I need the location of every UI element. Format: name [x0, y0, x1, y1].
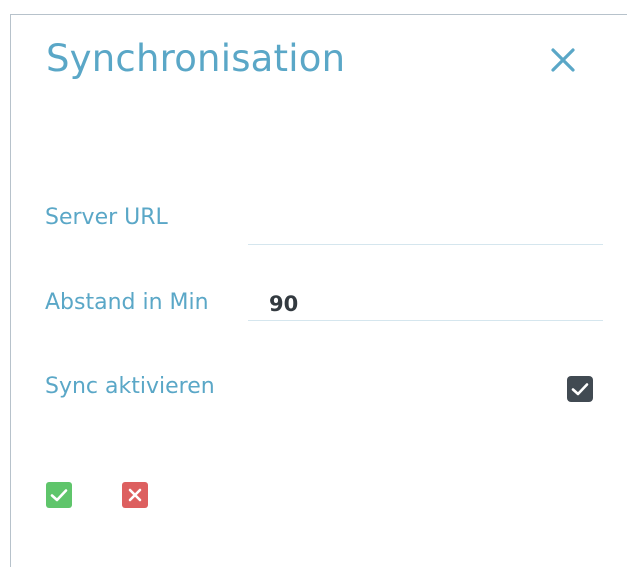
server-url-input[interactable]: [248, 211, 603, 245]
close-button[interactable]: [546, 43, 580, 77]
close-icon: [551, 48, 575, 72]
sync-enabled-label: Sync aktivieren: [45, 374, 215, 399]
sync-dialog: Synchronisation Server URL Abstand in Mi…: [10, 14, 627, 567]
cancel-button[interactable]: [122, 482, 148, 508]
checkmark-icon: [571, 383, 589, 396]
interval-input[interactable]: [248, 287, 603, 321]
close-icon: [128, 488, 142, 502]
checkmark-icon: [50, 489, 68, 502]
sync-enabled-checkbox[interactable]: [567, 376, 593, 402]
server-url-label: Server URL: [45, 205, 168, 230]
confirm-button[interactable]: [46, 482, 72, 508]
interval-label: Abstand in Min: [45, 290, 209, 315]
dialog-title: Synchronisation: [46, 37, 346, 80]
